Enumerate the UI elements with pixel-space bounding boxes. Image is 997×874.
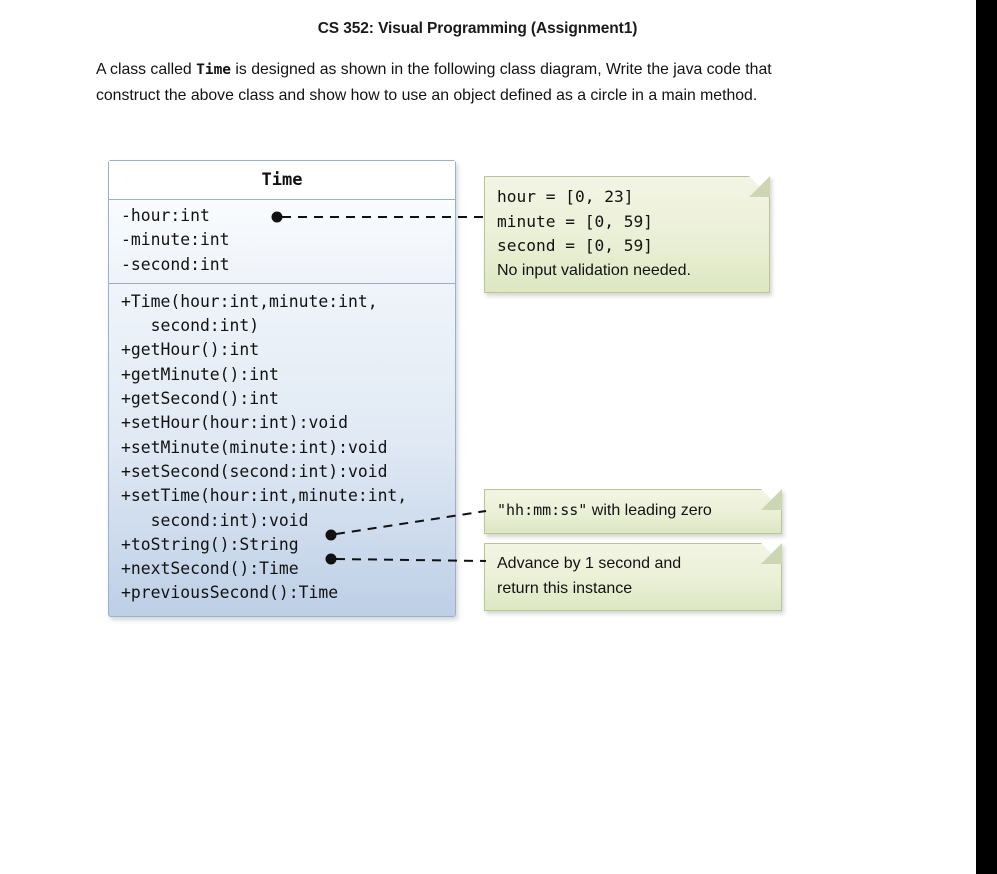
- note-inline-code: "hh:mm:ss": [497, 501, 588, 519]
- note-line: No input validation needed.: [497, 261, 691, 279]
- page-title: CS 352: Visual Programming (Assignment1): [317, 20, 638, 37]
- uml-attribute: -hour:int: [121, 206, 210, 225]
- note-line: second = [0, 59]: [497, 236, 653, 255]
- uml-method: +setMinute(minute:int):void: [121, 437, 388, 457]
- uml-methods-compartment: +Time(hour:int,minute:int, second:int) +…: [109, 284, 455, 616]
- note-line: return this instance: [497, 579, 633, 597]
- uml-method-continued: second:int): [121, 316, 260, 336]
- note-line: "hh:mm:ss" with leading zero: [497, 498, 769, 524]
- uml-method-continued: second:int):void: [121, 510, 309, 530]
- uml-attributes-compartment: -hour:int -minute:int -second:int: [109, 200, 455, 284]
- right-black-band: [976, 0, 997, 874]
- uml-method: +getMinute():int: [121, 364, 279, 384]
- note-line: hour = [0, 23]: [497, 187, 634, 206]
- note-line: minute = [0, 59]: [497, 211, 653, 231]
- document-page: CS 352: Visual Programming (Assignment1)…: [0, 0, 976, 874]
- uml-note-next-second: Advance by 1 second and return this inst…: [484, 543, 782, 611]
- uml-class-box: Time -hour:int -minute:int -second:int +…: [108, 160, 456, 617]
- uml-attribute: -second:int: [121, 254, 230, 274]
- uml-method: +getSecond():int: [121, 389, 279, 409]
- uml-note-value-ranges: hour = [0, 23] minute = [0, 59] second =…: [484, 176, 770, 293]
- uml-method: +Time(hour:int,minute:int,: [121, 291, 378, 311]
- uml-method: +setTime(hour:int,minute:int,: [121, 486, 408, 506]
- uml-method: +toString():String: [121, 534, 299, 554]
- description-part-1: A class called: [96, 61, 197, 78]
- note-inline-text: with leading zero: [587, 502, 712, 519]
- uml-note-tostring-format: "hh:mm:ss" with leading zero: [484, 489, 782, 534]
- note-line: Advance by 1 second and: [497, 555, 682, 572]
- uml-method: +getHour():int: [121, 340, 260, 360]
- uml-class-name: Time: [109, 161, 455, 200]
- uml-method: +previousSecond():Time: [121, 583, 339, 603]
- inline-code-time: Time: [196, 62, 232, 78]
- assignment-description: A class called Time is designed as shown…: [96, 57, 831, 108]
- uml-method: +nextSecond():Time: [121, 559, 299, 579]
- uml-method: +setSecond(second:int):void: [121, 461, 388, 481]
- uml-method: +setHour(hour:int):void: [121, 413, 348, 433]
- uml-attribute: -minute:int: [121, 230, 230, 250]
